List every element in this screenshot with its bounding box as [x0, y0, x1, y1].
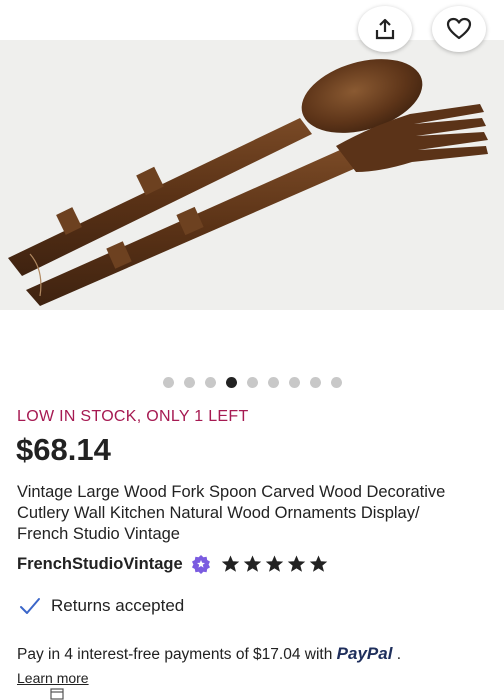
star-icon	[221, 555, 239, 572]
star-icon	[287, 555, 305, 572]
share-icon	[375, 18, 395, 40]
installments-text: Pay in 4 interest-free payments of $17.0…	[17, 646, 333, 663]
star-icon	[309, 555, 327, 572]
gallery-dot[interactable]	[204, 377, 216, 388]
gallery-dot[interactable]	[309, 377, 321, 388]
installments-suffix: .	[396, 646, 402, 663]
share-button[interactable]	[358, 6, 412, 52]
paypal-installments: Pay in 4 interest-free payments of $17.0…	[17, 644, 401, 664]
checkmark-icon	[20, 598, 40, 614]
listing-title: Vintage Large Wood Fork Spoon Carved Woo…	[17, 483, 446, 543]
star-icon	[243, 555, 261, 572]
gallery-dot[interactable]	[288, 377, 300, 388]
product-photo[interactable]	[0, 0, 504, 310]
gallery-dot[interactable]	[267, 377, 279, 388]
gallery-dot[interactable]	[330, 377, 342, 388]
returns-policy: Returns accepted	[19, 596, 184, 616]
gallery-dot[interactable]	[246, 377, 258, 388]
shop-row: FrenchStudioVintage	[17, 554, 328, 574]
paypal-logo: PayPal	[336, 644, 393, 663]
stock-notice: LOW IN STOCK, ONLY 1 LEFT	[17, 408, 249, 425]
shop-rating	[221, 555, 328, 573]
gallery-dot[interactable]	[183, 377, 195, 388]
gallery-pagination[interactable]	[0, 377, 504, 388]
favorite-button[interactable]	[432, 6, 486, 52]
gallery-dot-active[interactable]	[225, 377, 237, 388]
calendar-icon	[50, 688, 64, 700]
shop-name-link[interactable]: FrenchStudioVintage	[17, 555, 183, 574]
star-seller-badge-icon	[191, 555, 210, 574]
gallery-dot[interactable]	[162, 377, 174, 388]
star-icon	[265, 555, 283, 572]
price: $68.14	[16, 432, 111, 467]
returns-text: Returns accepted	[51, 596, 185, 615]
product-image-gallery[interactable]	[0, 0, 504, 310]
learn-more-link[interactable]: Learn more	[17, 670, 89, 686]
heart-icon	[446, 17, 472, 40]
